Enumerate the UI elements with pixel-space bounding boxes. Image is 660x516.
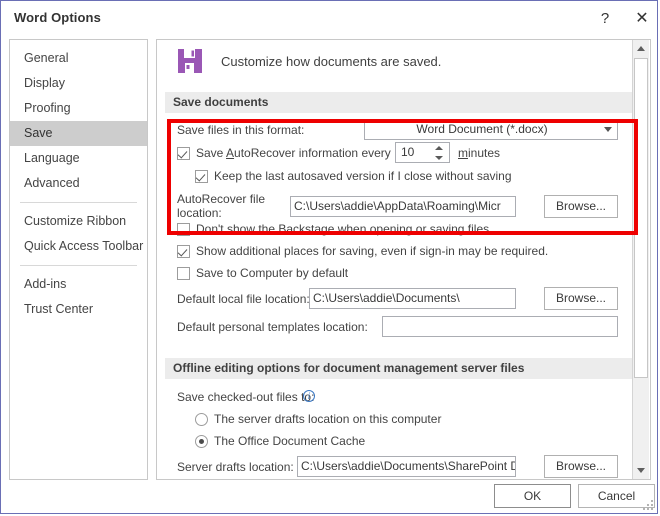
- label-server-drafts-path: Server drafts location:: [177, 460, 294, 474]
- browse-autorecover-location-button[interactable]: Browse...: [544, 195, 618, 218]
- title-bar: Word Options ? ✕: [1, 1, 657, 34]
- sidebar-item-add-ins[interactable]: Add-ins: [10, 272, 147, 297]
- autorecover-location-input[interactable]: C:\Users\addie\AppData\Roaming\Micr: [290, 196, 516, 217]
- radio-server-drafts-location[interactable]: [195, 413, 208, 426]
- panel-scrollbar[interactable]: [632, 40, 649, 479]
- sidebar-item-label: Display: [24, 76, 65, 90]
- chevron-down-icon: [604, 127, 612, 132]
- label-office-document-cache: The Office Document Cache: [214, 434, 366, 448]
- server-drafts-location-input[interactable]: C:\Users\addie\Documents\SharePoint Draf: [297, 456, 516, 477]
- help-button[interactable]: ?: [588, 5, 622, 31]
- save-options-panel: Customize how documents are saved. Save …: [156, 39, 651, 480]
- ok-button[interactable]: OK: [494, 484, 571, 508]
- sidebar-separator: [20, 202, 137, 203]
- label-minutes: minutes: [458, 146, 501, 160]
- sidebar-item-trust-center[interactable]: Trust Center: [10, 297, 147, 322]
- checkbox-save-autorecover[interactable]: [177, 147, 190, 160]
- save-format-combobox[interactable]: Word Document (*.docx): [364, 119, 618, 140]
- checkbox-keep-last-autosaved[interactable]: [195, 170, 208, 183]
- checkbox-dont-show-backstage[interactable]: [177, 223, 190, 236]
- window-title: Word Options: [14, 10, 101, 25]
- sidebar-item-label: Language: [24, 151, 80, 165]
- label-save-autorecover: Save AutoRecover information every: [196, 146, 391, 160]
- panel-header: Customize how documents are saved.: [177, 48, 441, 74]
- stepper-down-icon[interactable]: [435, 156, 443, 160]
- default-templates-location-input[interactable]: [382, 316, 618, 337]
- label-dont-show-backstage: Don't show the Backstage when opening or…: [196, 222, 490, 236]
- word-options-dialog: Word Options ? ✕ General Display Proofin…: [0, 0, 658, 514]
- label-show-additional-places: Show additional places for saving, even …: [196, 244, 549, 258]
- label-default-local-location: Default local file location:: [177, 292, 310, 306]
- floppy-disk-icon: [178, 49, 202, 73]
- sidebar-item-customize-ribbon[interactable]: Customize Ribbon: [10, 209, 147, 234]
- label-save-checked-out-files: Save checked-out files to:: [177, 390, 315, 404]
- sidebar-item-display[interactable]: Display: [10, 71, 147, 96]
- question-mark-icon: ?: [600, 9, 610, 27]
- sidebar-item-proofing[interactable]: Proofing: [10, 96, 147, 121]
- panel-header-title: Customize how documents are saved.: [221, 53, 442, 69]
- sidebar-item-label: Proofing: [24, 101, 71, 115]
- label-default-templates-location: Default personal templates location:: [177, 320, 368, 334]
- save-format-value: Word Document (*.docx): [416, 122, 548, 136]
- sidebar-item-label: Add-ins: [24, 277, 67, 291]
- close-button[interactable]: ✕: [625, 5, 659, 31]
- label-server-drafts-location: The server drafts location on this compu…: [214, 412, 442, 426]
- triangle-down-icon: [637, 468, 645, 473]
- radio-office-document-cache[interactable]: [195, 435, 208, 448]
- sidebar-item-label: Trust Center: [24, 302, 94, 316]
- info-icon[interactable]: i: [303, 390, 315, 402]
- resize-grip[interactable]: [643, 500, 654, 511]
- sidebar-item-label: Advanced: [24, 176, 80, 190]
- sidebar-item-quick-access-toolbar[interactable]: Quick Access Toolbar: [10, 234, 147, 259]
- stepper-buttons[interactable]: [434, 145, 445, 161]
- sidebar-item-advanced[interactable]: Advanced: [10, 171, 147, 196]
- checkbox-show-additional-places[interactable]: [177, 245, 190, 258]
- default-local-location-input[interactable]: C:\Users\addie\Documents\: [309, 288, 516, 309]
- checkbox-save-to-computer[interactable]: [177, 267, 190, 280]
- sidebar-separator: [20, 265, 137, 266]
- browse-default-local-location-button[interactable]: Browse...: [544, 287, 618, 310]
- triangle-up-icon: [637, 46, 645, 51]
- sidebar-item-label: General: [24, 51, 69, 65]
- sidebar-item-label: Quick Access Toolbar: [24, 239, 144, 253]
- stepper-up-icon[interactable]: [435, 146, 443, 150]
- sidebar-item-save[interactable]: Save: [10, 121, 147, 146]
- close-icon: ✕: [635, 10, 649, 27]
- sidebar-item-label: Save: [24, 126, 53, 140]
- section-header-save-documents: Save documents: [165, 92, 632, 113]
- sidebar-item-label: Customize Ribbon: [24, 214, 127, 228]
- scrollbar-thumb[interactable]: [634, 58, 648, 378]
- autorecover-minutes-stepper[interactable]: 10: [395, 142, 450, 163]
- section-header-offline-editing: Offline editing options for document man…: [165, 358, 632, 379]
- scroll-down-button[interactable]: [633, 462, 649, 479]
- label-autorecover-location: AutoRecover file location:: [177, 192, 266, 220]
- label-keep-last-autosaved: Keep the last autosaved version if I clo…: [214, 169, 512, 183]
- options-category-list[interactable]: General Display Proofing Save Language A…: [9, 39, 148, 480]
- scroll-up-button[interactable]: [633, 40, 649, 57]
- label-save-format: Save files in this format:: [177, 123, 305, 137]
- sidebar-item-general[interactable]: General: [10, 46, 147, 71]
- label-save-to-computer: Save to Computer by default: [196, 266, 349, 280]
- browse-server-drafts-location-button[interactable]: Browse...: [544, 455, 618, 478]
- sidebar-item-language[interactable]: Language: [10, 146, 147, 171]
- autorecover-minutes-value: 10: [401, 145, 415, 159]
